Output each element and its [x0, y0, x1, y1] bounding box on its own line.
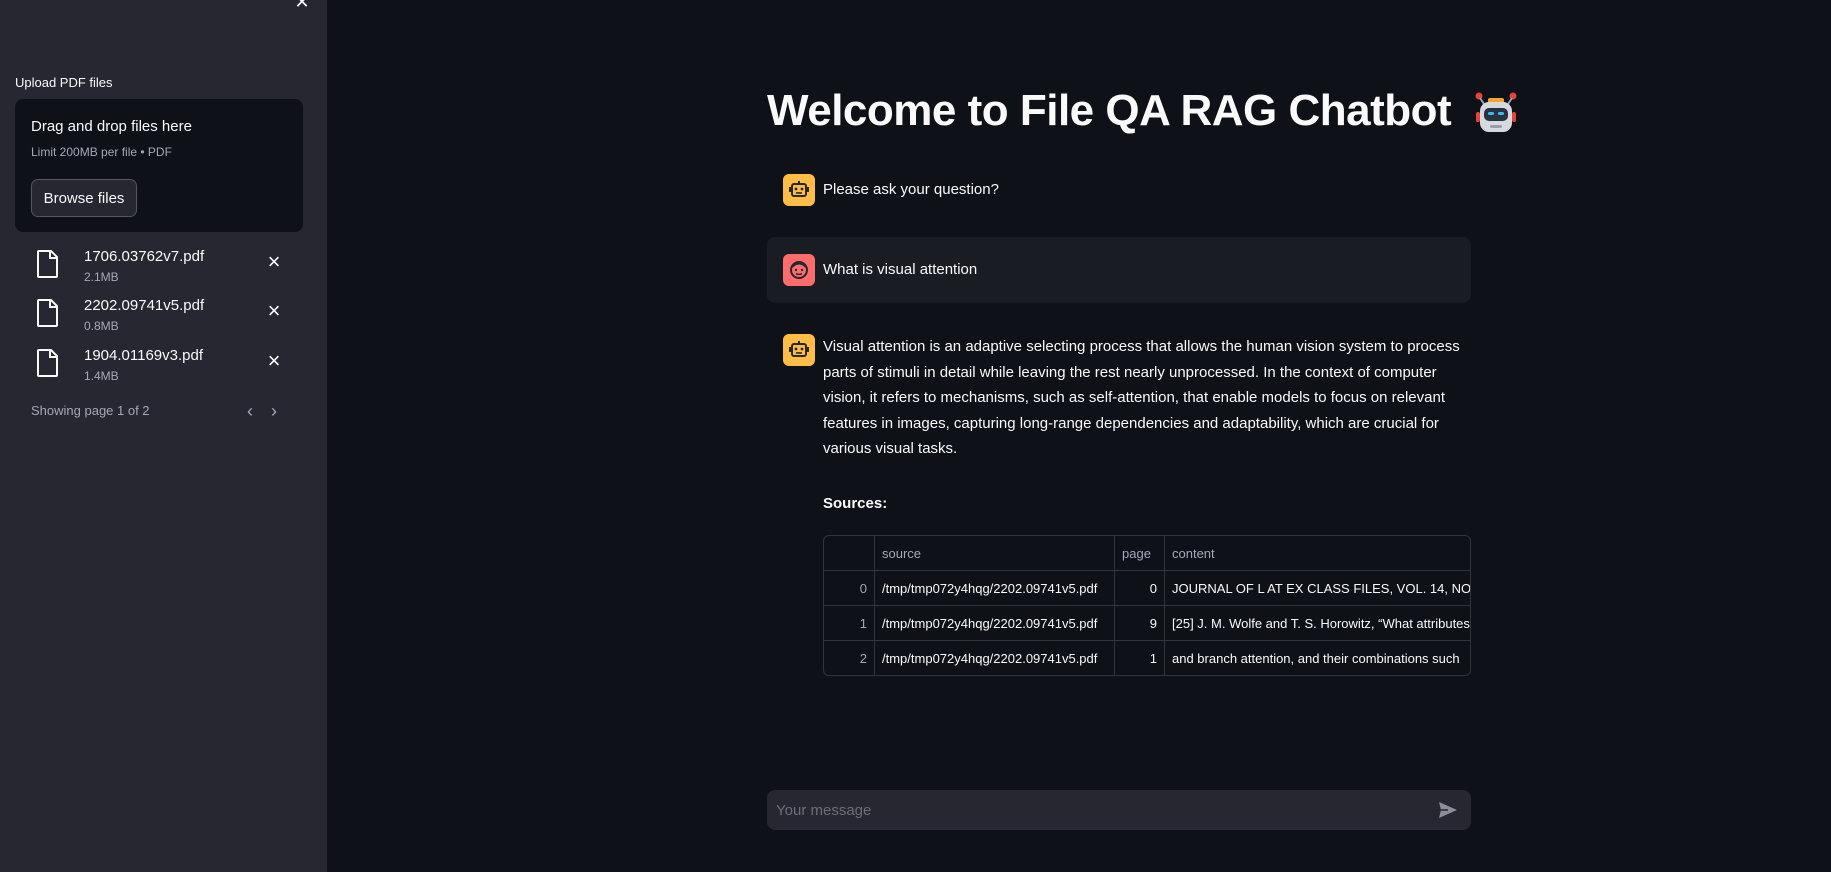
row-index: 2 [824, 641, 875, 675]
cell-page[interactable]: 0 [1115, 571, 1165, 606]
message-text: Please ask your question? [823, 181, 999, 198]
sources-table[interactable]: source page content 0 /tmp/tmp072y4hqg/2… [823, 535, 1471, 676]
cell-source[interactable]: /tmp/tmp072y4hqg/2202.09741v5.pdf [875, 606, 1115, 641]
cell-page[interactable]: 1 [1115, 641, 1165, 675]
uploaded-file-item: 1706.03762v7.pdf 2.1MB × [31, 248, 291, 292]
file-size: 1.4MB [84, 369, 119, 383]
bot-avatar [783, 334, 815, 366]
file-icon [37, 349, 58, 377]
remove-file-icon[interactable]: × [264, 300, 284, 322]
upload-label: Upload PDF files [15, 75, 113, 90]
pagination-text: Showing page 1 of 2 [31, 403, 150, 418]
table-header-row: source page content [824, 536, 1470, 571]
column-header-source[interactable]: source [875, 536, 1115, 571]
file-size: 2.1MB [84, 270, 119, 284]
cell-content[interactable]: JOURNAL OF L AT EX CLASS FILES, VOL. 14,… [1165, 571, 1470, 606]
file-size: 0.8MB [84, 319, 119, 333]
robot-face-icon [789, 181, 809, 197]
browse-files-button[interactable]: Browse files [31, 179, 137, 217]
column-header-content[interactable]: content [1165, 536, 1470, 571]
row-index: 0 [824, 571, 875, 606]
chat-message-assistant: Please ask your question? [767, 170, 1471, 210]
remove-file-icon[interactable]: × [264, 251, 284, 273]
file-icon [37, 299, 58, 327]
chat-message-input[interactable] [776, 790, 1416, 830]
cell-source[interactable]: /tmp/tmp072y4hqg/2202.09741v5.pdf [875, 571, 1115, 606]
uploaded-file-item: 1904.01169v3.pdf 1.4MB × [31, 347, 291, 391]
cell-content[interactable]: and branch attention, and their combinat… [1165, 641, 1470, 675]
robot-icon [1475, 92, 1517, 133]
chevron-left-icon[interactable]: ‹ [242, 402, 258, 421]
chat-input-container [767, 790, 1471, 830]
table-row: 0 /tmp/tmp072y4hqg/2202.09741v5.pdf 0 JO… [824, 571, 1470, 606]
table-row: 1 /tmp/tmp072y4hqg/2202.09741v5.pdf 9 [2… [824, 606, 1470, 641]
cell-page[interactable]: 9 [1115, 606, 1165, 641]
row-index: 1 [824, 606, 875, 641]
message-text: What is visual attention [823, 261, 978, 278]
robot-face-icon [789, 341, 809, 357]
table-row: 2 /tmp/tmp072y4hqg/2202.09741v5.pdf 1 an… [824, 641, 1470, 675]
page-title-text: Welcome to File QA RAG Chatbot [767, 86, 1452, 135]
user-face-icon [790, 261, 808, 279]
chat-message-assistant: Visual attention is an adaptive selectin… [767, 332, 1471, 462]
page-title: Welcome to File QA RAG Chatbot [767, 86, 1519, 136]
message-text: Visual attention is an adaptive selectin… [823, 338, 1460, 457]
sources-label: Sources: [823, 495, 888, 512]
column-header-page[interactable]: page [1115, 536, 1165, 571]
bot-avatar [783, 174, 815, 206]
dropzone-title: Drag and drop files here [31, 118, 192, 135]
user-avatar [783, 254, 815, 286]
sidebar: ✕ Upload PDF files Drag and drop files h… [0, 0, 327, 872]
cell-source[interactable]: /tmp/tmp072y4hqg/2202.09741v5.pdf [875, 641, 1115, 675]
file-name: 1904.01169v3.pdf [84, 347, 203, 364]
remove-file-icon[interactable]: × [264, 350, 284, 372]
main-area: Welcome to File QA RAG Chatbot Please as… [327, 0, 1831, 872]
file-dropzone[interactable]: Drag and drop files here Limit 200MB per… [15, 99, 303, 232]
file-icon [37, 250, 58, 278]
file-name: 1706.03762v7.pdf [84, 248, 205, 265]
file-pagination: Showing page 1 of 2 ‹ › [31, 402, 291, 423]
send-icon[interactable] [1437, 800, 1459, 820]
cell-content[interactable]: [25] J. M. Wolfe and T. S. Horowitz, “Wh… [1165, 606, 1470, 641]
close-icon[interactable]: ✕ [292, 0, 312, 11]
column-header-index[interactable] [824, 536, 875, 571]
uploaded-file-item: 2202.09741v5.pdf 0.8MB × [31, 297, 291, 341]
dropzone-limit: Limit 200MB per file • PDF [31, 145, 172, 159]
chevron-right-icon[interactable]: › [266, 402, 282, 421]
chat-message-user: What is visual attention [767, 237, 1471, 303]
file-name: 2202.09741v5.pdf [84, 297, 205, 314]
